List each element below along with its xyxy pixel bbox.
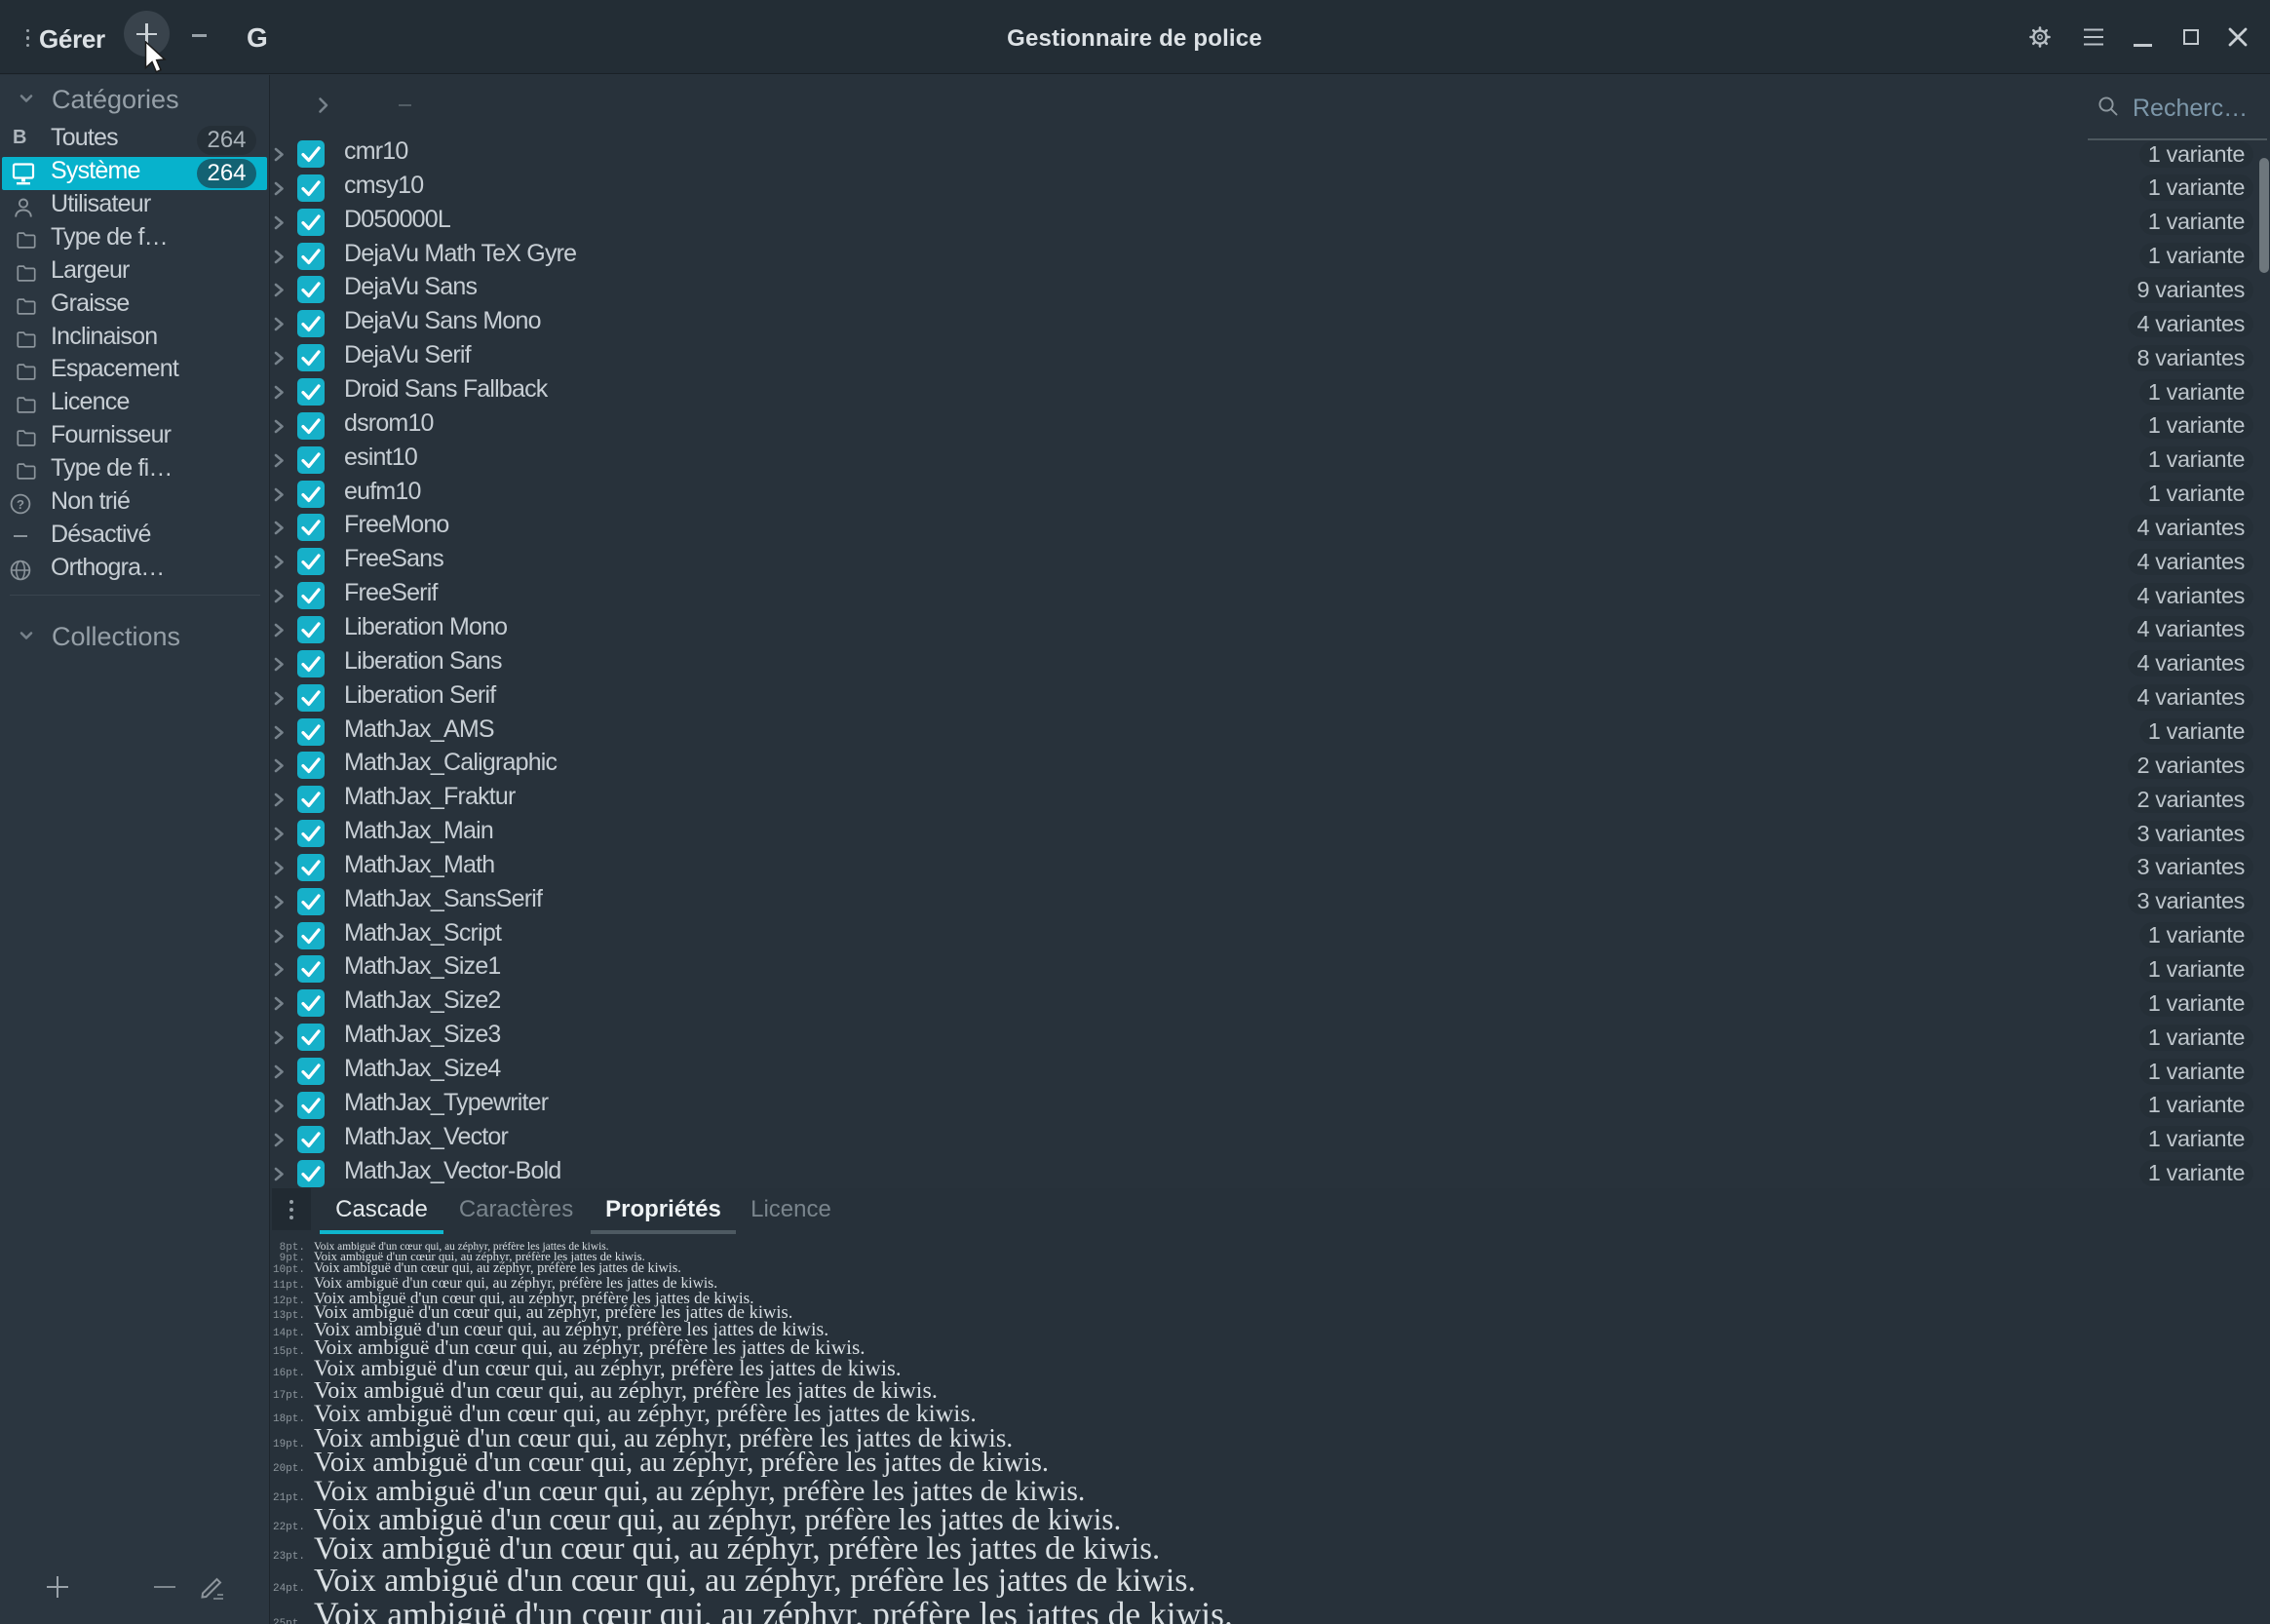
svg-text:?: ? — [17, 497, 24, 512]
